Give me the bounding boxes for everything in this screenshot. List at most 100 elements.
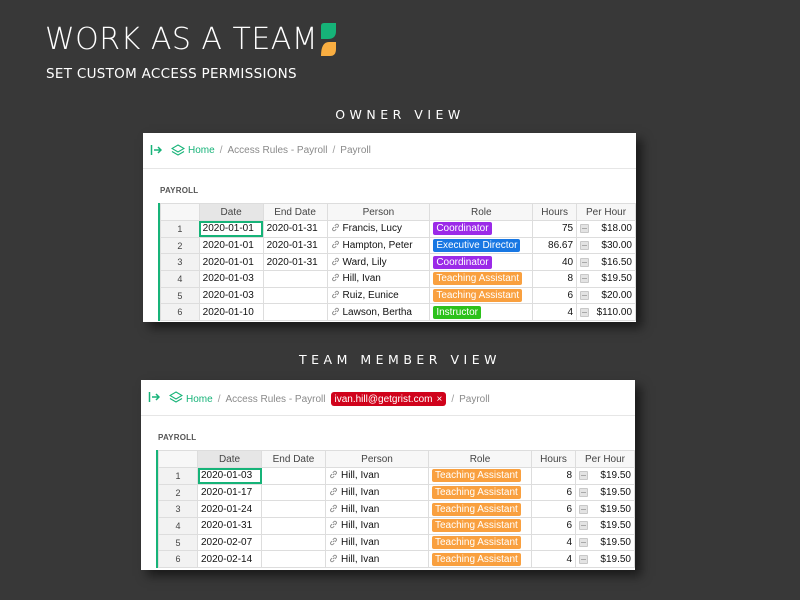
table-row[interactable]: 4 2020-01-31 Hill, Ivan Teaching Assistant 6…	[158, 517, 635, 535]
role-cell[interactable]: Teaching Assistant	[428, 467, 532, 485]
end-date-column-header[interactable]: End Date	[261, 450, 326, 468]
role-cell[interactable]: Coordinator	[429, 253, 534, 272]
end-date-cell[interactable]	[261, 467, 326, 485]
date-cell[interactable]: 2020-01-01	[198, 253, 264, 272]
hours-cell[interactable]: 6	[531, 483, 576, 502]
table-row[interactable]: 4 2020-01-03 Hill, Ivan Teaching Assistant 8…	[160, 270, 636, 288]
person-cell[interactable]: Lawson, Bertha	[326, 303, 431, 322]
date-cell[interactable]: 2020-01-01	[198, 220, 264, 238]
end-date-cell[interactable]: 2020-01-31	[262, 220, 328, 238]
breadcrumb-current[interactable]: Payroll	[340, 145, 371, 156]
view-as-user-tag[interactable]: ivan.hill@getgrist.com ×	[330, 392, 447, 406]
date-cell[interactable]: 2020-01-10	[198, 303, 264, 322]
role-cell[interactable]: Instructor	[429, 303, 534, 322]
hours-cell[interactable]: 6	[531, 517, 576, 535]
end-date-cell[interactable]: 2020-01-31	[262, 253, 328, 272]
per-hour-cell[interactable]: $19.50	[575, 533, 635, 552]
end-date-cell[interactable]	[262, 286, 328, 305]
person-cell[interactable]: Hill, Ivan	[325, 467, 429, 485]
end-date-cell[interactable]	[261, 550, 326, 569]
row-number[interactable]: 1	[158, 467, 198, 485]
hours-cell[interactable]: 6	[532, 286, 578, 305]
person-cell[interactable]: Ward, Lily	[326, 253, 431, 272]
person-cell[interactable]: Hill, Ivan	[326, 270, 431, 288]
person-cell[interactable]: Hill, Ivan	[325, 500, 429, 519]
hours-cell[interactable]: 86.67	[532, 236, 578, 255]
row-number[interactable]: 4	[158, 517, 198, 535]
breadcrumb-page[interactable]: Access Rules - Payroll	[227, 145, 327, 156]
row-number[interactable]: 4	[160, 270, 200, 288]
role-cell[interactable]: Teaching Assistant	[428, 483, 532, 502]
date-cell[interactable]: 2020-01-03	[198, 286, 264, 305]
end-date-cell[interactable]	[261, 500, 326, 519]
role-cell[interactable]: Teaching Assistant	[428, 533, 532, 552]
hours-cell[interactable]: 75	[532, 220, 578, 238]
hours-cell[interactable]: 8	[531, 467, 576, 485]
table-row[interactable]: 1 2020-01-03 Hill, Ivan Teaching Assistant 8…	[158, 467, 635, 485]
per-hour-cell[interactable]: $20.00	[576, 286, 636, 305]
date-cell[interactable]: 2020-01-03	[198, 270, 264, 288]
table-row[interactable]: 3 2020-01-01 2020-01-31 Ward, Lily Coordinat…	[160, 253, 636, 272]
person-cell[interactable]: Hill, Ivan	[325, 533, 429, 552]
date-column-header[interactable]: Date	[197, 450, 262, 468]
per-hour-cell[interactable]: $110.00	[576, 303, 636, 322]
table-row[interactable]: 2 2020-01-01 2020-01-31 Hampton, Peter Execu…	[160, 236, 636, 255]
per-hour-cell[interactable]: $18.00	[576, 220, 636, 238]
table-row[interactable]: 6 2020-01-10 Lawson, Bertha Instructor 4 $110…	[160, 303, 636, 322]
person-cell[interactable]: Hill, Ivan	[325, 550, 429, 569]
end-date-column-header[interactable]: End Date	[262, 203, 328, 221]
table-row[interactable]: 2 2020-01-17 Hill, Ivan Teaching Assistant 6…	[158, 483, 635, 502]
row-number[interactable]: 1	[160, 220, 200, 238]
role-cell[interactable]: Teaching Assistant	[429, 286, 534, 305]
end-date-cell[interactable]: 2020-01-31	[262, 236, 328, 255]
table-row[interactable]: 5 2020-02-07 Hill, Ivan Teaching Assistant 4…	[158, 533, 635, 552]
date-cell[interactable]: 2020-01-01	[198, 236, 264, 255]
per-hour-column-header[interactable]: Per Hour	[575, 450, 635, 468]
date-cell[interactable]: 2020-02-14	[197, 550, 262, 569]
breadcrumb-page[interactable]: Access Rules - Payroll	[225, 394, 325, 405]
row-number[interactable]: 2	[158, 483, 198, 502]
role-cell[interactable]: Executive Director	[429, 236, 534, 255]
breadcrumb-home[interactable]: Home	[186, 394, 213, 405]
per-hour-cell[interactable]: $16.50	[576, 253, 636, 272]
breadcrumb-home[interactable]: Home	[188, 145, 215, 156]
date-column-header[interactable]: Date	[198, 203, 264, 221]
per-hour-cell[interactable]: $19.50	[575, 517, 635, 535]
date-cell[interactable]: 2020-01-17	[197, 483, 262, 502]
hours-cell[interactable]: 8	[532, 270, 578, 288]
expand-panel-icon[interactable]	[148, 391, 160, 403]
end-date-cell[interactable]	[261, 533, 326, 552]
person-cell[interactable]: Ruiz, Eunice	[326, 286, 431, 305]
hours-column-header[interactable]: Hours	[531, 450, 576, 468]
row-number[interactable]: 5	[160, 286, 200, 305]
person-column-header[interactable]: Person	[326, 203, 431, 221]
table-row[interactable]: 5 2020-01-03 Ruiz, Eunice Teaching Assistan…	[160, 286, 636, 305]
end-date-cell[interactable]	[261, 483, 326, 502]
role-cell[interactable]: Teaching Assistant	[428, 517, 532, 535]
row-number[interactable]: 3	[158, 500, 198, 519]
table-row[interactable]: 6 2020-02-14 Hill, Ivan Teaching Assistant 4…	[158, 550, 635, 569]
table-row[interactable]: 3 2020-01-24 Hill, Ivan Teaching Assistant 6…	[158, 500, 635, 519]
hours-cell[interactable]: 40	[532, 253, 578, 272]
date-cell[interactable]: 2020-01-03	[197, 467, 262, 485]
row-number[interactable]: 6	[160, 303, 200, 322]
person-cell[interactable]: Hampton, Peter	[326, 236, 431, 255]
role-cell[interactable]: Teaching Assistant	[429, 270, 534, 288]
per-hour-cell[interactable]: $19.50	[575, 550, 635, 569]
per-hour-cell[interactable]: $19.50	[576, 270, 636, 288]
person-cell[interactable]: Hill, Ivan	[325, 517, 429, 535]
end-date-cell[interactable]	[262, 303, 328, 322]
per-hour-cell[interactable]: $19.50	[575, 500, 635, 519]
role-cell[interactable]: Teaching Assistant	[428, 500, 532, 519]
hours-column-header[interactable]: Hours	[532, 203, 578, 221]
per-hour-cell[interactable]: $19.50	[575, 483, 635, 502]
hours-cell[interactable]: 6	[531, 500, 576, 519]
date-cell[interactable]: 2020-02-07	[197, 533, 262, 552]
per-hour-column-header[interactable]: Per Hour	[576, 203, 636, 221]
per-hour-cell[interactable]: $30.00	[576, 236, 636, 255]
role-cell[interactable]: Teaching Assistant	[428, 550, 532, 569]
person-cell[interactable]: Hill, Ivan	[325, 483, 429, 502]
date-cell[interactable]: 2020-01-31	[197, 517, 262, 535]
role-column-header[interactable]: Role	[428, 450, 532, 468]
row-number[interactable]: 6	[158, 550, 198, 569]
